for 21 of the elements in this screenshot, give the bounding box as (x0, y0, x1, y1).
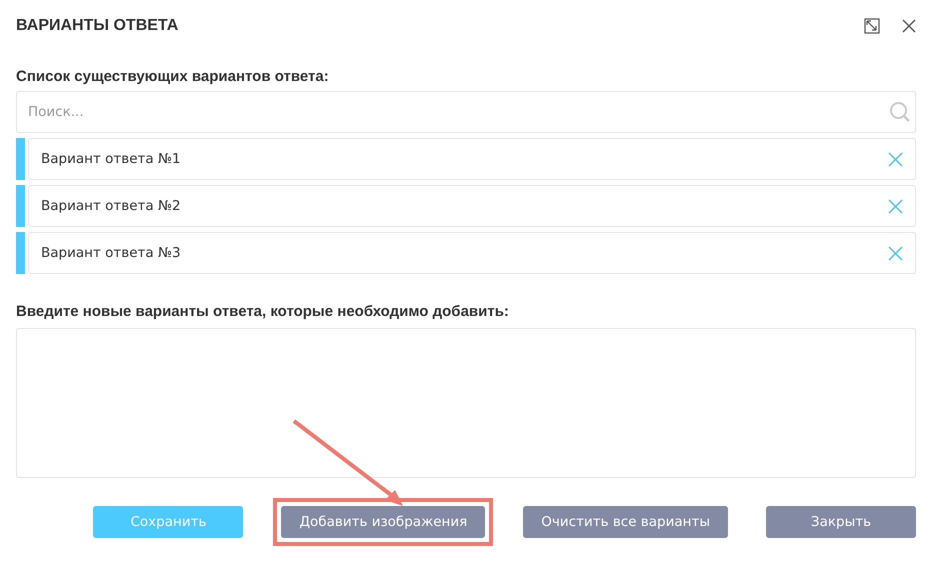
option-text: Вариант ответа №1 (41, 151, 181, 167)
dialog-title: ВАРИАНТЫ ОТВЕТА (16, 17, 178, 35)
section-label: Список существующих вариантов ответа: (16, 68, 330, 85)
delete-icon[interactable] (888, 152, 903, 166)
resize-icon[interactable] (864, 18, 880, 34)
action-button[interactable]: Закрыть (766, 506, 916, 538)
section-label: Введите новые варианты ответа, которые необходимо добавить: (16, 303, 510, 320)
close-icon[interactable] (902, 19, 916, 33)
option-text: Вариант ответа №2 (41, 198, 181, 214)
option-marker (16, 185, 25, 227)
search-field[interactable]: Поиск... (16, 91, 916, 133)
action-button[interactable]: Сохранить (93, 506, 244, 538)
new-options-field[interactable] (16, 328, 916, 478)
option-marker (16, 232, 25, 274)
action-button[interactable]: Добавить изображения (281, 506, 486, 538)
action-button[interactable]: Очистить все варианты (523, 506, 728, 538)
delete-icon[interactable] (888, 246, 903, 260)
option-marker (16, 138, 25, 180)
delete-icon[interactable] (888, 198, 903, 214)
search-icon[interactable] (889, 101, 911, 123)
option-text: Вариант ответа №3 (41, 245, 181, 261)
